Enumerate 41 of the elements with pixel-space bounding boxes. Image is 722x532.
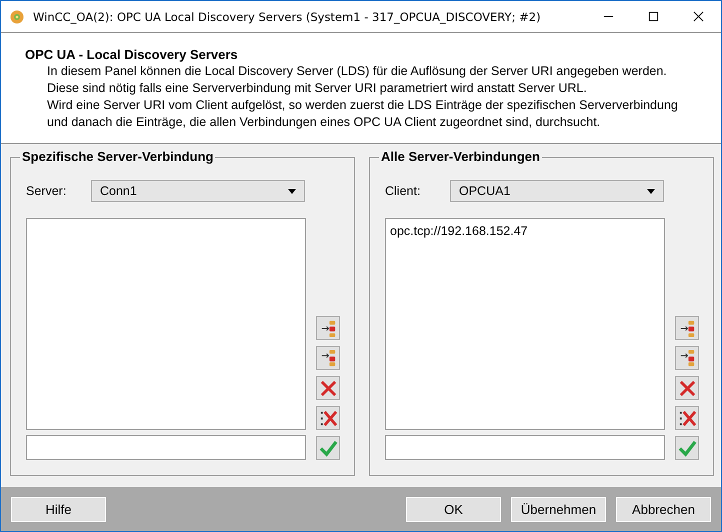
list-box[interactable]: opc.tcp://192.168.152.47: [385, 218, 665, 430]
dropdown[interactable]: Conn1: [91, 180, 305, 202]
list-cross-icon: [318, 408, 338, 428]
input-field[interactable]: [385, 435, 665, 460]
delete-all-button[interactable]: [675, 406, 699, 430]
window-title: WinCC_OA(2): OPC UA Local Discovery Servers (System1 - 317_OPCUA_DISCOVERY; #2): [33, 10, 541, 24]
description-line: In diesem Panel können die Local Discovery Server (LDS) für die Auflösung der Server URI angegeben werden.: [46, 63, 668, 80]
group-title: Alle Server-Verbindungen: [379, 149, 542, 164]
dialog-button[interactable]: Abbrechen: [616, 496, 711, 522]
insert-below-button[interactable]: [675, 346, 699, 370]
dialog-button[interactable]: OK: [406, 496, 501, 522]
help-button[interactable]: Hilfe: [11, 496, 106, 522]
field-label: Client:: [385, 184, 422, 198]
description-line: und danach die Einträge, die allen Verbindungen eines OPC UA Client zugeordnet sind, durchsucht.: [46, 114, 602, 131]
caret-icon: [288, 188, 296, 194]
delete-all-button[interactable]: [316, 406, 340, 430]
panel-heading: OPC UA - Local Discovery Servers: [25, 47, 239, 63]
caret-icon: [647, 188, 655, 194]
insert-above-button[interactable]: [316, 316, 340, 340]
dialog-button[interactable]: Übernehmen: [511, 496, 606, 522]
close-icon[interactable]: [693, 11, 704, 22]
checkmark-icon: [678, 438, 696, 458]
delete-button[interactable]: [675, 376, 699, 400]
dropdown[interactable]: OPCUA1: [450, 180, 664, 202]
description-line: Diese sind nötig falls eine Serververbindung mit Server URI parametriert wird anstatt Server URL.: [46, 80, 588, 97]
insert-above-button[interactable]: [675, 316, 699, 340]
checkmark-icon: [318, 438, 338, 458]
delete-button[interactable]: [316, 376, 340, 400]
group-title: Spezifische Server-Verbindung: [20, 149, 216, 164]
list-cross-icon: [678, 408, 696, 428]
list-item[interactable]: opc.tcp://192.168.152.47: [390, 223, 660, 239]
field-label: Server:: [26, 184, 68, 198]
cross-icon: [678, 378, 696, 398]
description-line: Wird eine Server URI vom Client aufgelöst, so werden zuerst die LDS Einträge der spezifischen Serververbindung: [46, 97, 679, 114]
insert-below-button[interactable]: [316, 346, 340, 370]
app-icon: [9, 8, 25, 24]
input-field[interactable]: [26, 435, 306, 460]
confirm-button[interactable]: [675, 436, 699, 460]
confirm-button[interactable]: [316, 436, 340, 460]
cross-icon: [318, 378, 338, 398]
maximize-icon[interactable]: [648, 11, 659, 22]
